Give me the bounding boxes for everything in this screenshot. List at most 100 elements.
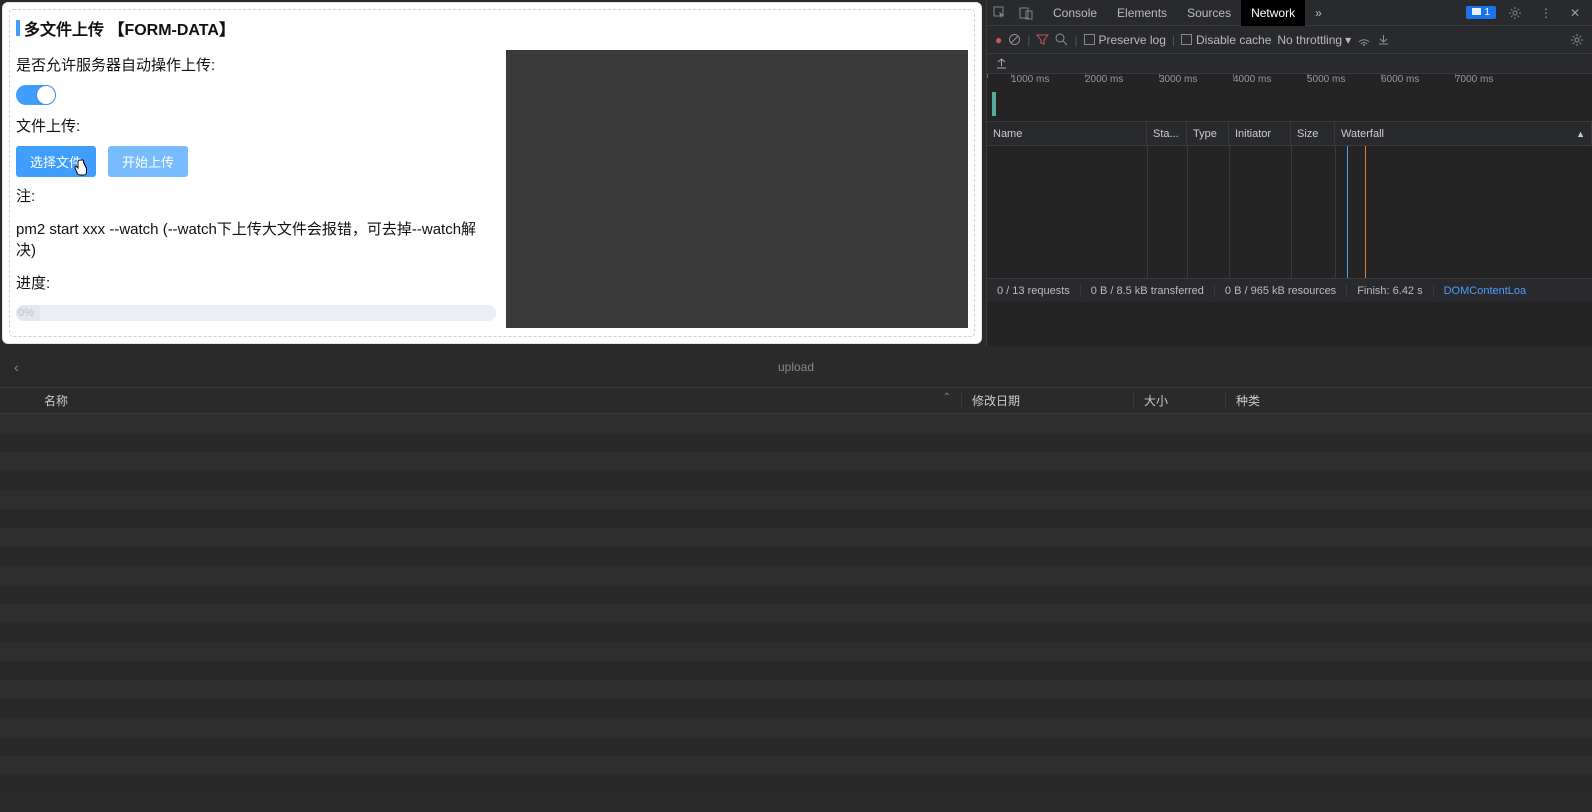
button-row: 选择文件 开始上传 — [16, 146, 496, 177]
list-row[interactable] — [0, 775, 1592, 794]
filebrowser-headers: 名称 修改日期 大小 种类 — [0, 388, 1592, 414]
list-row[interactable] — [0, 452, 1592, 471]
devtools-panel: Console Elements Sources Network » 1 ⋮ ✕… — [986, 0, 1592, 346]
col-status[interactable]: Sta... — [1147, 122, 1187, 145]
list-row[interactable] — [0, 414, 1592, 433]
list-row[interactable] — [0, 737, 1592, 756]
tab-console[interactable]: Console — [1043, 0, 1107, 26]
list-row[interactable] — [0, 433, 1592, 452]
allow-auto-label: 是否允许服务器自动操作上传: — [16, 54, 496, 75]
tick-5000: 5000 ms — [1307, 74, 1381, 90]
list-row[interactable] — [0, 699, 1592, 718]
list-row[interactable] — [0, 566, 1592, 585]
progress-wrap: 0% — [16, 305, 496, 321]
auto-upload-switch[interactable] — [16, 85, 56, 105]
col-waterfall[interactable]: Waterfall ▲ — [1335, 122, 1592, 145]
devtools-topbar: Console Elements Sources Network » 1 ⋮ ✕ — [987, 0, 1592, 26]
timeline-body — [987, 90, 1592, 122]
devtools-right-icons: 1 ⋮ ✕ — [1466, 6, 1592, 20]
throttling-select[interactable]: No throttling ▾ — [1277, 33, 1351, 47]
timeline-activity-marker — [992, 92, 996, 116]
network-settings-gear-icon[interactable] — [1570, 33, 1584, 47]
settings-gear-icon[interactable] — [1502, 6, 1528, 20]
preserve-log-label: Preserve log — [1099, 33, 1166, 47]
list-row[interactable] — [0, 756, 1592, 775]
list-row[interactable] — [0, 623, 1592, 642]
issues-badge[interactable]: 1 — [1466, 6, 1496, 19]
disable-cache-label: Disable cache — [1196, 33, 1271, 47]
file-upload-label: 文件上传: — [16, 115, 496, 136]
tab-more-icon[interactable]: » — [1305, 0, 1332, 26]
tick-7000: 7000 ms — [1455, 74, 1529, 90]
list-row[interactable] — [0, 528, 1592, 547]
list-row[interactable] — [0, 642, 1592, 661]
progress-fill: 0% — [16, 305, 40, 321]
title-accent-bar — [16, 20, 20, 36]
progress-bar: 0% — [16, 305, 496, 321]
status-requests: 0 / 13 requests — [987, 285, 1081, 297]
list-row[interactable] — [0, 661, 1592, 680]
record-icon[interactable]: ● — [995, 33, 1002, 47]
tab-sources[interactable]: Sources — [1177, 0, 1241, 26]
col-size-header[interactable]: 大小 — [1133, 392, 1225, 409]
close-devtools-icon[interactable]: ✕ — [1564, 6, 1586, 20]
network-conditions-icon[interactable] — [1357, 33, 1371, 47]
issues-count: 1 — [1484, 7, 1490, 18]
upload-form-panel: 多文件上传 【FORM-DATA】 是否允许服务器自动操作上传: 文件上传: 选… — [2, 2, 982, 344]
col-date-header[interactable]: 修改日期 — [961, 392, 1133, 409]
form-body: 是否允许服务器自动操作上传: 文件上传: 选择文件 开始上传 注: pm2 st… — [10, 46, 974, 334]
list-row[interactable] — [0, 471, 1592, 490]
preserve-log-checkbox[interactable]: Preserve log — [1084, 33, 1166, 47]
col-name[interactable]: Name — [987, 122, 1147, 145]
list-row[interactable] — [0, 604, 1592, 623]
form-title-text: 多文件上传 【FORM-DATA】 — [24, 16, 235, 40]
network-table-headers: Name Sta... Type Initiator Size Waterfal… — [987, 122, 1592, 146]
list-row[interactable] — [0, 585, 1592, 604]
tick-2000: 2000 ms — [1085, 74, 1159, 90]
devtools-tabs: Console Elements Sources Network » — [1043, 0, 1332, 26]
col-kind-header[interactable]: 种类 — [1225, 392, 1300, 409]
progress-label: 进度: — [16, 272, 496, 293]
col-initiator[interactable]: Initiator — [1229, 122, 1291, 145]
tab-network[interactable]: Network — [1241, 0, 1305, 26]
network-table-body[interactable] — [987, 146, 1592, 278]
network-status-bar: 0 / 13 requests 0 B / 8.5 kB transferred… — [987, 278, 1592, 302]
form-inner: 多文件上传 【FORM-DATA】 是否允许服务器自动操作上传: 文件上传: 选… — [9, 9, 975, 337]
list-row[interactable] — [0, 509, 1592, 528]
col-size[interactable]: Size — [1291, 122, 1335, 145]
import-icon[interactable] — [1377, 33, 1390, 46]
inspect-element-icon[interactable] — [987, 6, 1013, 20]
more-vert-icon[interactable]: ⋮ — [1534, 6, 1558, 20]
tab-elements[interactable]: Elements — [1107, 0, 1177, 26]
col-name-header[interactable]: 名称 — [0, 392, 961, 409]
network-toolbar-2 — [987, 54, 1592, 74]
network-timeline[interactable]: 1000 ms 2000 ms 3000 ms 4000 ms 5000 ms … — [987, 74, 1592, 122]
start-upload-button[interactable]: 开始上传 — [108, 146, 188, 177]
tick-6000: 6000 ms — [1381, 74, 1455, 90]
list-row[interactable] — [0, 680, 1592, 699]
status-dcl: DOMContentLoa — [1434, 285, 1537, 297]
file-browser: ‹ upload 名称 修改日期 大小 种类 — [0, 346, 1592, 812]
form-title: 多文件上传 【FORM-DATA】 — [10, 10, 974, 46]
export-icon[interactable] — [995, 57, 1008, 70]
filter-icon[interactable] — [1036, 33, 1049, 46]
breadcrumb[interactable]: upload — [778, 360, 814, 374]
timeline-ticks: 1000 ms 2000 ms 3000 ms 4000 ms 5000 ms … — [987, 74, 1592, 90]
sort-arrow-icon: ▲ — [1576, 129, 1585, 139]
list-row[interactable] — [0, 547, 1592, 566]
filebrowser-rows[interactable] — [0, 414, 1592, 794]
list-row[interactable] — [0, 490, 1592, 509]
throttling-label: No throttling — [1277, 33, 1342, 47]
clear-icon[interactable] — [1008, 33, 1021, 46]
select-file-button[interactable]: 选择文件 — [16, 146, 96, 177]
disable-cache-checkbox[interactable]: Disable cache — [1181, 33, 1271, 47]
back-button-icon[interactable]: ‹ — [14, 359, 19, 375]
status-resources: 0 B / 965 kB resources — [1215, 285, 1347, 297]
device-toolbar-icon[interactable] — [1013, 6, 1039, 20]
list-row[interactable] — [0, 718, 1592, 737]
note-label: 注: — [16, 185, 496, 206]
filebrowser-pathbar: ‹ upload — [0, 346, 1592, 388]
search-icon[interactable] — [1055, 33, 1068, 46]
col-type[interactable]: Type — [1187, 122, 1229, 145]
status-finish: Finish: 6.42 s — [1347, 285, 1433, 297]
